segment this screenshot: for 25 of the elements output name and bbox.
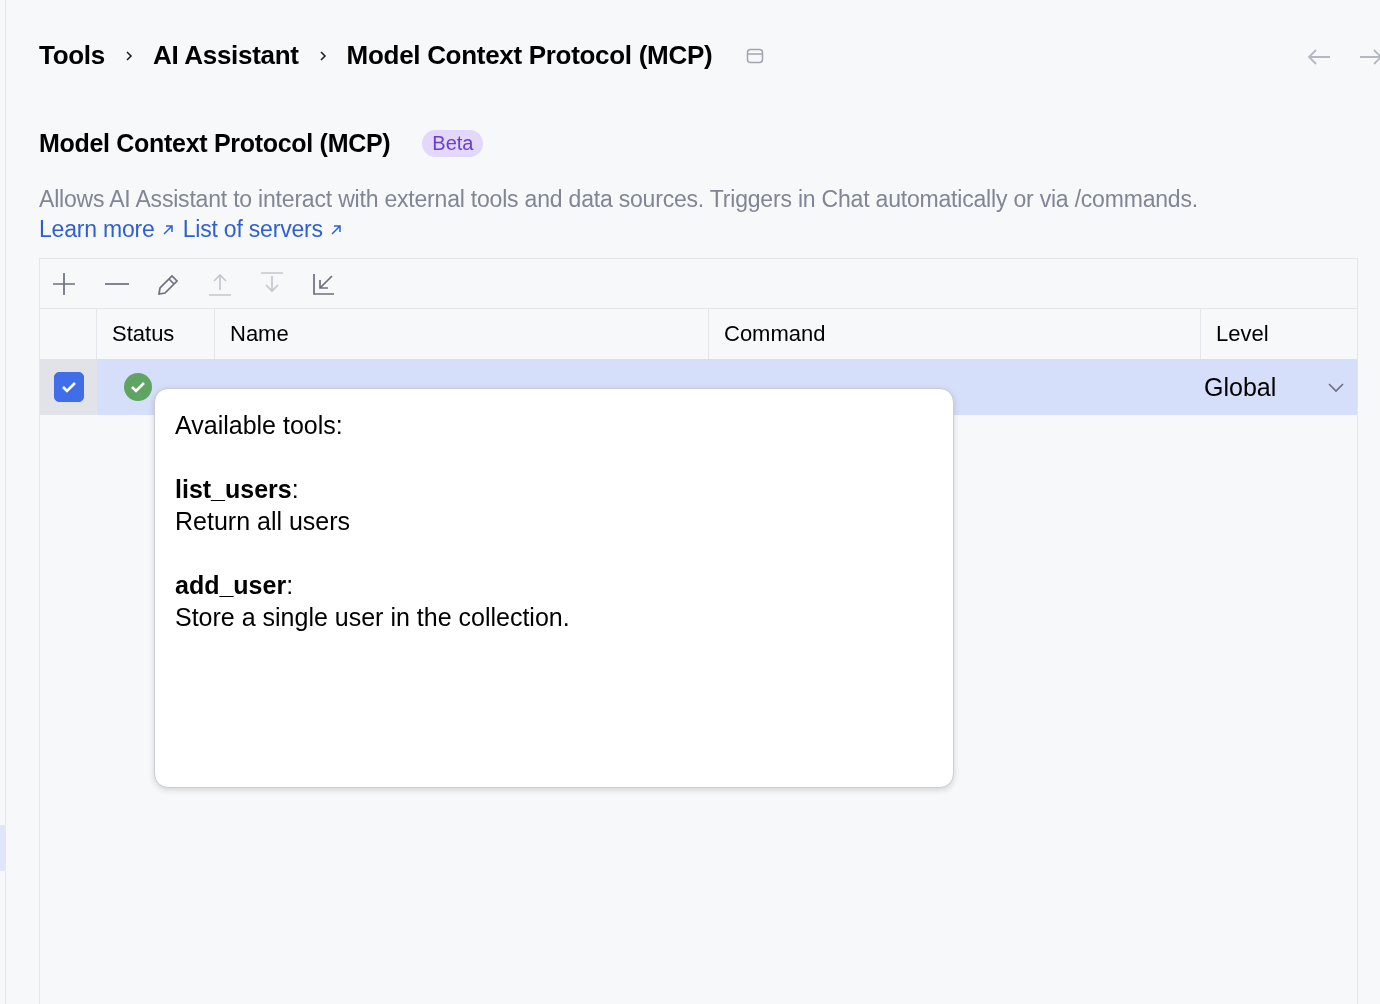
window-icon[interactable] <box>746 47 765 64</box>
checkbox[interactable] <box>53 372 84 402</box>
breadcrumb-item[interactable]: Tools <box>39 40 105 71</box>
breadcrumb-item[interactable]: AI Assistant <box>152 40 299 71</box>
selection-marker <box>0 825 5 871</box>
column-header[interactable]: Name <box>230 321 289 347</box>
chevron-icon <box>124 49 133 62</box>
external-link[interactable]: Learn more <box>39 216 175 242</box>
column-header[interactable]: Status <box>112 321 175 347</box>
tool-description: Store a single user in the collection. <box>175 602 571 633</box>
section-title: Model Context Protocol (MCP) <box>39 128 391 158</box>
level-dropdown[interactable]: Global <box>1204 372 1277 402</box>
breadcrumb-item[interactable]: Model Context Protocol (MCP) <box>346 40 713 71</box>
tool-name: add_user: <box>175 570 295 601</box>
tool-description: Return all users <box>175 506 352 537</box>
beta-badge: Beta <box>422 129 484 157</box>
chevron-icon <box>318 49 327 62</box>
forward-arrow-icon[interactable] <box>1358 48 1380 66</box>
dropdown-caret-icon[interactable] <box>1327 381 1345 393</box>
external-link[interactable]: List of servers <box>182 216 343 242</box>
tool-name: list_users: <box>175 474 300 505</box>
column-header[interactable]: Level <box>1216 321 1269 347</box>
column-header[interactable]: Command <box>724 321 826 347</box>
back-arrow-icon[interactable] <box>1306 48 1332 66</box>
description-text: Allows AI Assistant to interact with external tools and data sources. Triggers in Chat automatically or via /commands. Learn more List of servers <box>39 185 1199 244</box>
